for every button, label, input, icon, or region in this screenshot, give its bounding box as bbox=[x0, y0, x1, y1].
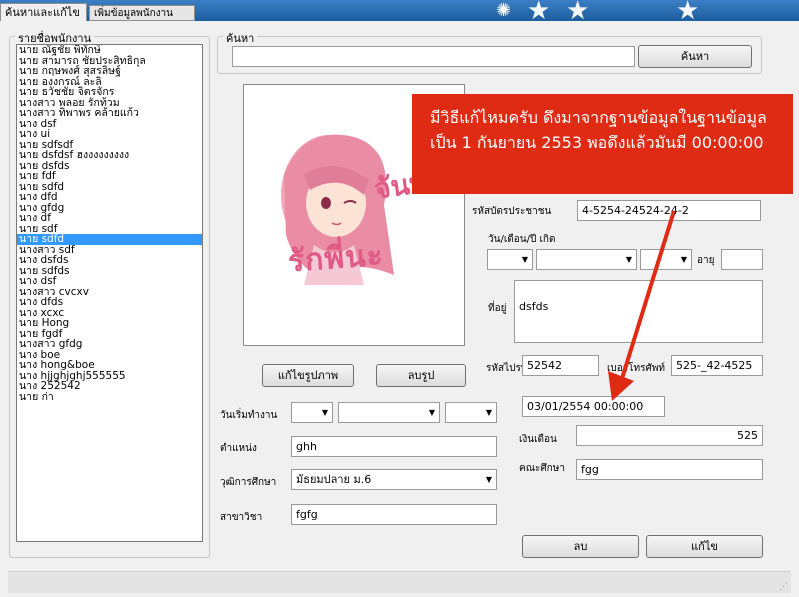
list-item[interactable]: นาย ก่า bbox=[17, 391, 202, 403]
salary-field[interactable]: 525 bbox=[576, 425, 763, 446]
chevron-down-icon: ▼ bbox=[321, 408, 328, 417]
tab-search-edit[interactable]: ค้นหาและแก้ไข bbox=[0, 3, 87, 21]
start-day-select[interactable]: ▼ bbox=[291, 402, 333, 423]
employee-listbox[interactable]: นาย ณัฐชัย พิทักษ์ นาย สามารถ ชัยประสิทธิ… bbox=[16, 44, 203, 542]
sun-icon: ✺ bbox=[496, 0, 512, 21]
position-field[interactable]: ghh bbox=[291, 436, 497, 457]
arrow-annotation bbox=[608, 210, 676, 401]
status-bar: ⋰ bbox=[8, 571, 791, 593]
list-item[interactable]: นาย dsfdsf ฮงงงงงงงงง bbox=[17, 150, 202, 161]
list-item[interactable]: นาง ui bbox=[17, 129, 202, 140]
star-icon: ★ bbox=[566, 0, 590, 26]
tab-add-employee[interactable]: เพิ่มข้อมูลพนักงาน bbox=[89, 5, 195, 21]
photo-text-bottom: รักพี่นะ bbox=[286, 237, 385, 280]
birthdate-label: วัน/เดือน/ปี เกิด bbox=[488, 234, 556, 245]
star-icon: ★ bbox=[527, 0, 551, 26]
chevron-down-icon: ▼ bbox=[521, 255, 528, 264]
search-input[interactable] bbox=[232, 46, 635, 67]
callout-line-2: เป็น 1 กันยายน 2553 พอดึงแล้วมันมี 00:00… bbox=[430, 133, 764, 152]
start-date-label: วันเริ่มทำงาน bbox=[220, 410, 278, 421]
list-item[interactable]: นาย กฤษพงศ์ สุสรลิษฐ์ bbox=[17, 66, 202, 77]
chevron-down-icon: ▼ bbox=[485, 408, 492, 417]
list-item[interactable]: นาง dfds bbox=[17, 297, 202, 308]
list-item[interactable]: นาย Hong bbox=[17, 318, 202, 329]
major-field[interactable]: fgfg bbox=[291, 504, 497, 525]
faculty-field[interactable]: fgg bbox=[576, 459, 763, 480]
list-item[interactable]: นาง df bbox=[17, 213, 202, 224]
education-select[interactable]: มัธยมปลาย ม.6 ▼ bbox=[291, 469, 497, 490]
list-item[interactable]: นาง hong&boe bbox=[17, 360, 202, 371]
postal-field[interactable]: 52542 bbox=[522, 355, 599, 376]
start-year-select[interactable]: ▼ bbox=[445, 402, 497, 423]
resize-grip-icon[interactable]: ⋰ bbox=[779, 582, 788, 592]
edit-photo-button[interactable]: แก้ไขรูปภาพ bbox=[262, 364, 354, 387]
search-legend: ค้นหา bbox=[223, 29, 258, 47]
star-icon: ★ bbox=[676, 0, 700, 26]
start-month-select[interactable]: ▼ bbox=[338, 402, 440, 423]
delete-button[interactable]: ลบ bbox=[522, 535, 639, 558]
id-card-label: รหัสบัตรประชาชน bbox=[472, 206, 552, 217]
list-item[interactable]: นาย fdf bbox=[17, 171, 202, 182]
list-item[interactable]: นาง dsfds bbox=[17, 255, 202, 266]
salary-label: เงินเดือน bbox=[519, 434, 557, 445]
age-label: อายุ bbox=[697, 255, 715, 266]
chevron-down-icon: ▼ bbox=[485, 475, 492, 484]
education-value: มัธยมปลาย ม.6 bbox=[296, 473, 372, 486]
edit-button[interactable]: แก้ไข bbox=[646, 535, 763, 558]
birth-day-select[interactable]: ▼ bbox=[487, 249, 533, 270]
education-label: วุฒิการศึกษา bbox=[220, 477, 277, 488]
search-button[interactable]: ค้นหา bbox=[638, 45, 752, 68]
list-item[interactable]: นาง 252542 bbox=[17, 381, 202, 392]
age-field[interactable] bbox=[721, 249, 763, 270]
chevron-down-icon: ▼ bbox=[428, 408, 435, 417]
question-callout: มีวิธีแก้ไหมครับ ดึงมาจากฐานข้อมูลในฐานข… bbox=[412, 94, 793, 194]
address-label: ที่อยู่ bbox=[488, 303, 507, 314]
callout-line-1: มีวิธีแก้ไหมครับ ดึงมาจากฐานข้อมูลในฐานข… bbox=[430, 108, 767, 127]
list-item[interactable]: นางสาว ทิพาพร คล้ายแก้ว bbox=[17, 108, 202, 119]
list-item[interactable]: นาย ณัฐชัย พิทักษ์ bbox=[17, 45, 202, 56]
list-item[interactable]: นาย sdfd bbox=[17, 234, 202, 245]
list-item[interactable]: นาย ธวัชชัย จิตรจักร bbox=[17, 87, 202, 98]
list-item[interactable]: นาง dsf bbox=[17, 276, 202, 287]
list-item[interactable]: นาง dfd bbox=[17, 192, 202, 203]
faculty-label: คณะศึกษา bbox=[519, 463, 565, 474]
position-label: ตำแหน่ง bbox=[220, 443, 257, 454]
major-label: สาขาวิชา bbox=[220, 512, 263, 523]
delete-photo-button[interactable]: ลบรูป bbox=[376, 364, 466, 387]
list-item[interactable]: นางสาว gfdg bbox=[17, 339, 202, 350]
